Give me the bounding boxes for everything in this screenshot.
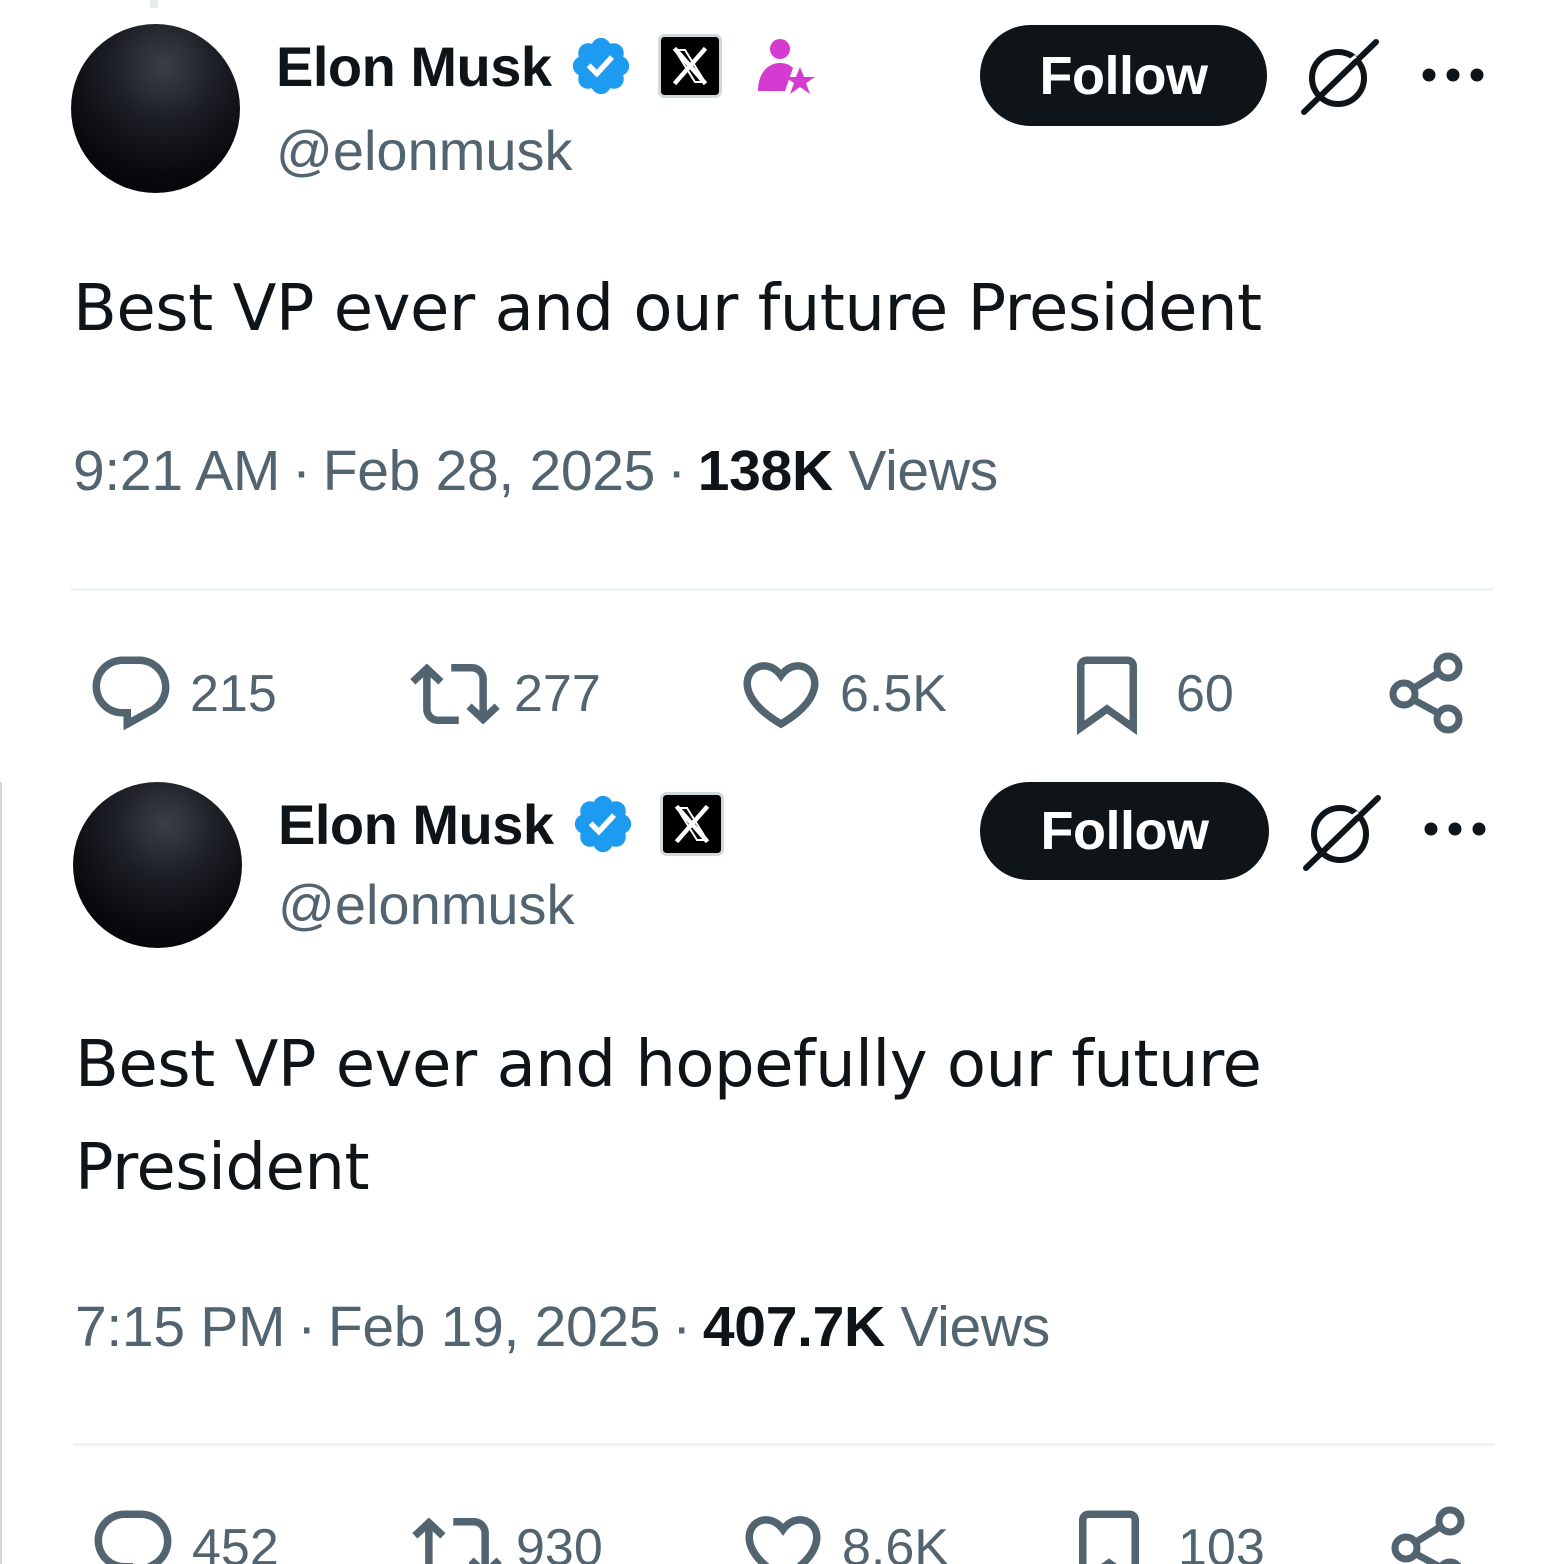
verified-icon bbox=[570, 791, 636, 857]
author-name-row: Elon Musk bbox=[278, 788, 724, 860]
tweet-time[interactable]: 9:21 AM bbox=[73, 439, 280, 503]
retweet-button[interactable]: 930 bbox=[412, 1504, 603, 1564]
reply-count: 452 bbox=[192, 1519, 279, 1564]
views-label[interactable]: Views bbox=[900, 1295, 1050, 1359]
retweet-count: 277 bbox=[514, 665, 601, 723]
more-options-icon[interactable] bbox=[1420, 58, 1486, 92]
share-icon bbox=[1389, 652, 1463, 734]
retweet-icon bbox=[412, 1517, 502, 1564]
separator: · bbox=[672, 1295, 691, 1359]
tweet-time[interactable]: 7:15 PM bbox=[75, 1295, 285, 1359]
reply-button[interactable]: 215 bbox=[86, 650, 277, 738]
reply-count: 215 bbox=[190, 665, 277, 723]
verified-icon bbox=[568, 33, 634, 99]
views-count[interactable]: 138K bbox=[698, 439, 833, 503]
follow-button[interactable]: Follow bbox=[980, 25, 1267, 126]
author-display-name[interactable]: Elon Musk bbox=[276, 34, 552, 99]
author-name-row: Elon Musk bbox=[276, 30, 818, 102]
grok-icon[interactable] bbox=[1298, 36, 1382, 116]
like-button[interactable]: 6.5K bbox=[736, 650, 947, 738]
retweet-icon bbox=[410, 663, 500, 725]
follow-button[interactable]: Follow bbox=[980, 782, 1269, 880]
more-options-icon[interactable] bbox=[1422, 812, 1488, 846]
share-button[interactable] bbox=[1384, 1504, 1474, 1564]
tweet-text: Best VP ever and our future President bbox=[73, 272, 1262, 346]
subscriber-icon bbox=[752, 33, 818, 99]
bookmark-icon bbox=[1077, 656, 1137, 736]
like-button[interactable]: 8.6K bbox=[738, 1504, 949, 1564]
tweet-card: Elon Musk @elonmusk Follow Best VP ever … bbox=[0, 0, 1564, 782]
views-count[interactable]: 407.7K bbox=[703, 1295, 885, 1359]
bookmark-icon bbox=[1079, 1510, 1139, 1564]
tweet-meta: 7:15 PM · Feb 19, 2025 · 407.7K Views bbox=[75, 1294, 1050, 1360]
share-icon bbox=[1391, 1506, 1465, 1564]
x-affiliate-icon[interactable] bbox=[659, 792, 724, 856]
bookmark-button[interactable]: 103 bbox=[1064, 1504, 1265, 1564]
bookmark-button[interactable]: 60 bbox=[1062, 650, 1234, 738]
separator: · bbox=[292, 439, 311, 503]
tweet-date[interactable]: Feb 19, 2025 bbox=[328, 1295, 661, 1359]
heart-icon bbox=[743, 662, 819, 729]
avatar[interactable] bbox=[71, 24, 240, 193]
share-button[interactable] bbox=[1382, 650, 1472, 738]
separator: · bbox=[297, 1295, 316, 1359]
divider bbox=[73, 1443, 1495, 1446]
like-count: 6.5K bbox=[840, 665, 947, 723]
x-affiliate-icon[interactable] bbox=[657, 34, 722, 98]
divider bbox=[71, 588, 1493, 591]
bookmark-count: 103 bbox=[1178, 1519, 1265, 1564]
heart-icon bbox=[745, 1516, 821, 1564]
tweet-meta: 9:21 AM · Feb 28, 2025 · 138K Views bbox=[73, 438, 998, 504]
reply-icon bbox=[94, 1510, 172, 1564]
thread-line bbox=[150, 0, 158, 8]
reply-icon bbox=[92, 656, 170, 731]
separator: · bbox=[667, 439, 686, 503]
reply-button[interactable]: 452 bbox=[88, 1504, 279, 1564]
author-display-name[interactable]: Elon Musk bbox=[278, 792, 554, 857]
author-handle[interactable]: @elonmusk bbox=[278, 872, 575, 937]
grok-icon[interactable] bbox=[1300, 792, 1384, 872]
tweet-card: Elon Musk @elonmusk Follow Best VP ever … bbox=[0, 782, 1564, 1564]
bookmark-count: 60 bbox=[1176, 665, 1234, 723]
retweet-button[interactable]: 277 bbox=[410, 650, 601, 738]
avatar[interactable] bbox=[73, 782, 242, 948]
tweet-date[interactable]: Feb 28, 2025 bbox=[323, 439, 656, 503]
views-label[interactable]: Views bbox=[848, 439, 998, 503]
author-handle[interactable]: @elonmusk bbox=[276, 118, 573, 183]
tweet-text: Best VP ever and hopefully our future Pr… bbox=[75, 1028, 1262, 1205]
like-count: 8.6K bbox=[842, 1519, 949, 1564]
retweet-count: 930 bbox=[516, 1519, 603, 1564]
